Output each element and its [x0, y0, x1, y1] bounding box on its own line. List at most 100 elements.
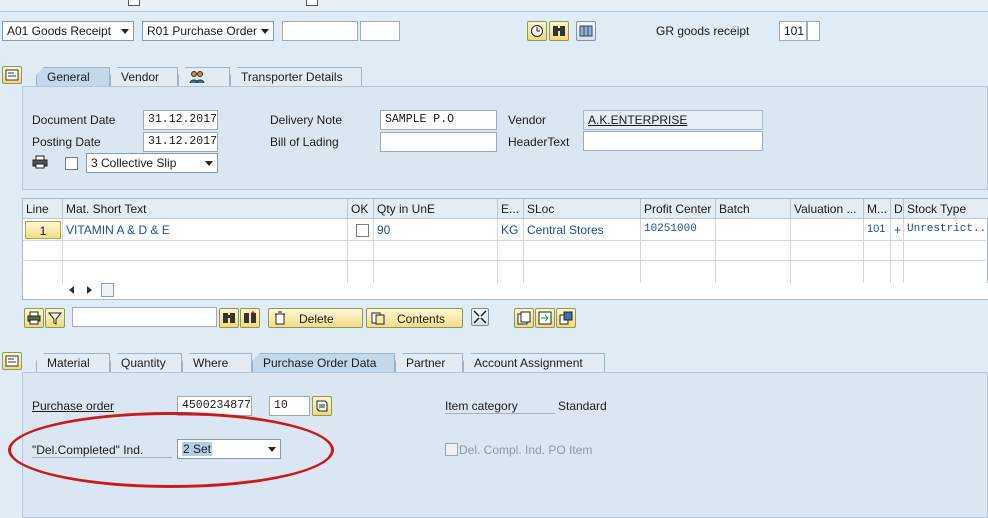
copy-button[interactable]	[514, 308, 534, 328]
menu-icon[interactable]	[128, 0, 140, 6]
contents-label: Contents	[397, 312, 446, 326]
reference-item-input[interactable]	[360, 21, 400, 41]
table-icon	[579, 25, 593, 37]
vendor-label: Vendor	[508, 113, 547, 127]
cell-batch[interactable]	[716, 220, 791, 240]
item-search-input[interactable]	[72, 307, 217, 327]
vendor-field[interactable]: A.K.ENTERPRISE	[583, 110, 763, 130]
ok-checkbox[interactable]	[356, 224, 369, 237]
line-number-button[interactable]: 1	[25, 221, 61, 239]
header-collapse-button[interactable]	[2, 66, 22, 84]
purchase-order-label: Purchase order	[32, 399, 115, 413]
action-select[interactable]: A01 Goods Receipt	[2, 21, 134, 41]
delete-button[interactable]: Delete	[268, 308, 363, 328]
column-header[interactable]: D	[891, 199, 904, 219]
column-header[interactable]: Batch	[716, 199, 791, 219]
reference-select-value: R01 Purchase Order	[147, 24, 258, 38]
tab-partner[interactable]: Partner	[395, 353, 463, 372]
movement-type-input[interactable]: 101	[779, 21, 807, 41]
items-table: Line Mat. Short Text OK Qty in UnE E... …	[22, 198, 988, 300]
header-text-input[interactable]	[583, 131, 763, 151]
po-item-input[interactable]: 10	[269, 396, 310, 416]
chevron-down-icon	[261, 29, 269, 34]
cell-unit[interactable]: KG	[498, 220, 524, 240]
filter-button[interactable]	[45, 308, 65, 328]
print-version-value: 3 Collective Slip	[91, 156, 177, 170]
column-header[interactable]: M...	[864, 199, 891, 219]
insert-button[interactable]	[535, 308, 555, 328]
posting-date-label: Posting Date	[32, 135, 101, 149]
tab-label: Account Assignment	[474, 356, 583, 370]
cell-quantity[interactable]: 90	[374, 220, 498, 240]
column-header[interactable]: SLoc	[524, 199, 641, 219]
bill-of-lading-label: Bill of Lading	[270, 135, 339, 149]
column-header[interactable]: OK	[348, 199, 374, 219]
transfer-icon	[559, 311, 573, 325]
detail-collapse-button[interactable]	[2, 352, 22, 370]
column-header[interactable]: Stock Type	[904, 199, 988, 219]
menu-strip	[0, 0, 988, 12]
cell-mat-short-text[interactable]: VITAMIN A & D & E	[63, 220, 348, 240]
contents-button[interactable]: Contents	[366, 308, 463, 328]
reference-document-input[interactable]	[282, 21, 358, 41]
column-header[interactable]: Line	[23, 199, 63, 219]
scroll-right-icon[interactable]	[87, 286, 92, 294]
horizontal-scrollbar[interactable]	[63, 283, 988, 299]
column-header[interactable]: Valuation ...	[791, 199, 864, 219]
copy-icon	[517, 311, 531, 325]
tab-quantity[interactable]: Quantity	[110, 353, 182, 372]
tab-label: Material	[47, 356, 90, 370]
tab-partners[interactable]	[178, 67, 230, 86]
cell-sloc[interactable]: Central Stores	[524, 220, 641, 240]
bill-of-lading-input[interactable]	[380, 132, 497, 152]
printer-icon[interactable]	[32, 155, 48, 172]
find-next-button[interactable]	[240, 308, 260, 328]
scroll-left-icon[interactable]	[69, 286, 74, 294]
print-item-button[interactable]	[24, 308, 44, 328]
tab-material[interactable]: Material	[36, 353, 110, 372]
column-header[interactable]: Mat. Short Text	[63, 199, 348, 219]
scroll-thumb[interactable]	[101, 283, 114, 297]
tab-where[interactable]: Where	[182, 353, 252, 372]
column-header[interactable]: E...	[498, 199, 524, 219]
print-version-select[interactable]: 3 Collective Slip	[86, 153, 218, 173]
cell-stock-type[interactable]: Unrestrict...	[904, 220, 988, 240]
tab-label: General	[47, 70, 90, 84]
column-header[interactable]: Qty in UnE	[374, 199, 498, 219]
clock-icon	[531, 25, 543, 37]
reference-select[interactable]: R01 Purchase Order	[142, 21, 274, 41]
del-compl-po-item-checkbox	[445, 443, 458, 456]
tab-purchase-order-data[interactable]: Purchase Order Data	[252, 353, 395, 372]
tab-account-assignment[interactable]: Account Assignment	[463, 353, 605, 372]
tab-vendor[interactable]: Vendor	[110, 67, 178, 86]
expand-button[interactable]	[471, 308, 489, 326]
layout-button[interactable]	[576, 21, 596, 41]
find-button[interactable]	[549, 21, 569, 41]
delete-label: Delete	[299, 312, 334, 326]
po-display-button[interactable]	[312, 396, 332, 416]
find-item-button[interactable]	[219, 308, 239, 328]
print-checkbox[interactable]	[65, 157, 78, 170]
delivery-note-input[interactable]: SAMPLE P.O	[380, 110, 497, 130]
expand-icon	[473, 310, 487, 324]
movement-type-suffix-input[interactable]	[807, 21, 820, 41]
column-header[interactable]: Profit Center	[641, 199, 716, 219]
transfer-button[interactable]	[556, 308, 576, 328]
menu-icon[interactable]	[306, 0, 318, 6]
tab-general[interactable]: General	[36, 67, 110, 86]
document-icon	[316, 400, 328, 412]
item-category-value: Standard	[558, 399, 607, 413]
cell-profit-center[interactable]: 10251000	[641, 220, 716, 240]
cell-movement-type[interactable]: 101	[864, 220, 891, 240]
collapse-icon	[5, 69, 19, 81]
execute-button[interactable]	[527, 21, 547, 41]
cell-valuation[interactable]	[791, 220, 864, 240]
tab-label: Transporter Details	[241, 70, 343, 84]
binoculars-plus-icon	[244, 311, 256, 323]
tab-transporter-details[interactable]: Transporter Details	[230, 67, 362, 86]
filter-icon	[48, 312, 62, 325]
posting-date-input[interactable]: 31.12.2017	[143, 132, 218, 152]
document-date-input[interactable]: 31.12.2017	[143, 110, 218, 130]
cell-debit-credit[interactable]: +	[891, 220, 904, 240]
tab-label: Quantity	[121, 356, 166, 370]
